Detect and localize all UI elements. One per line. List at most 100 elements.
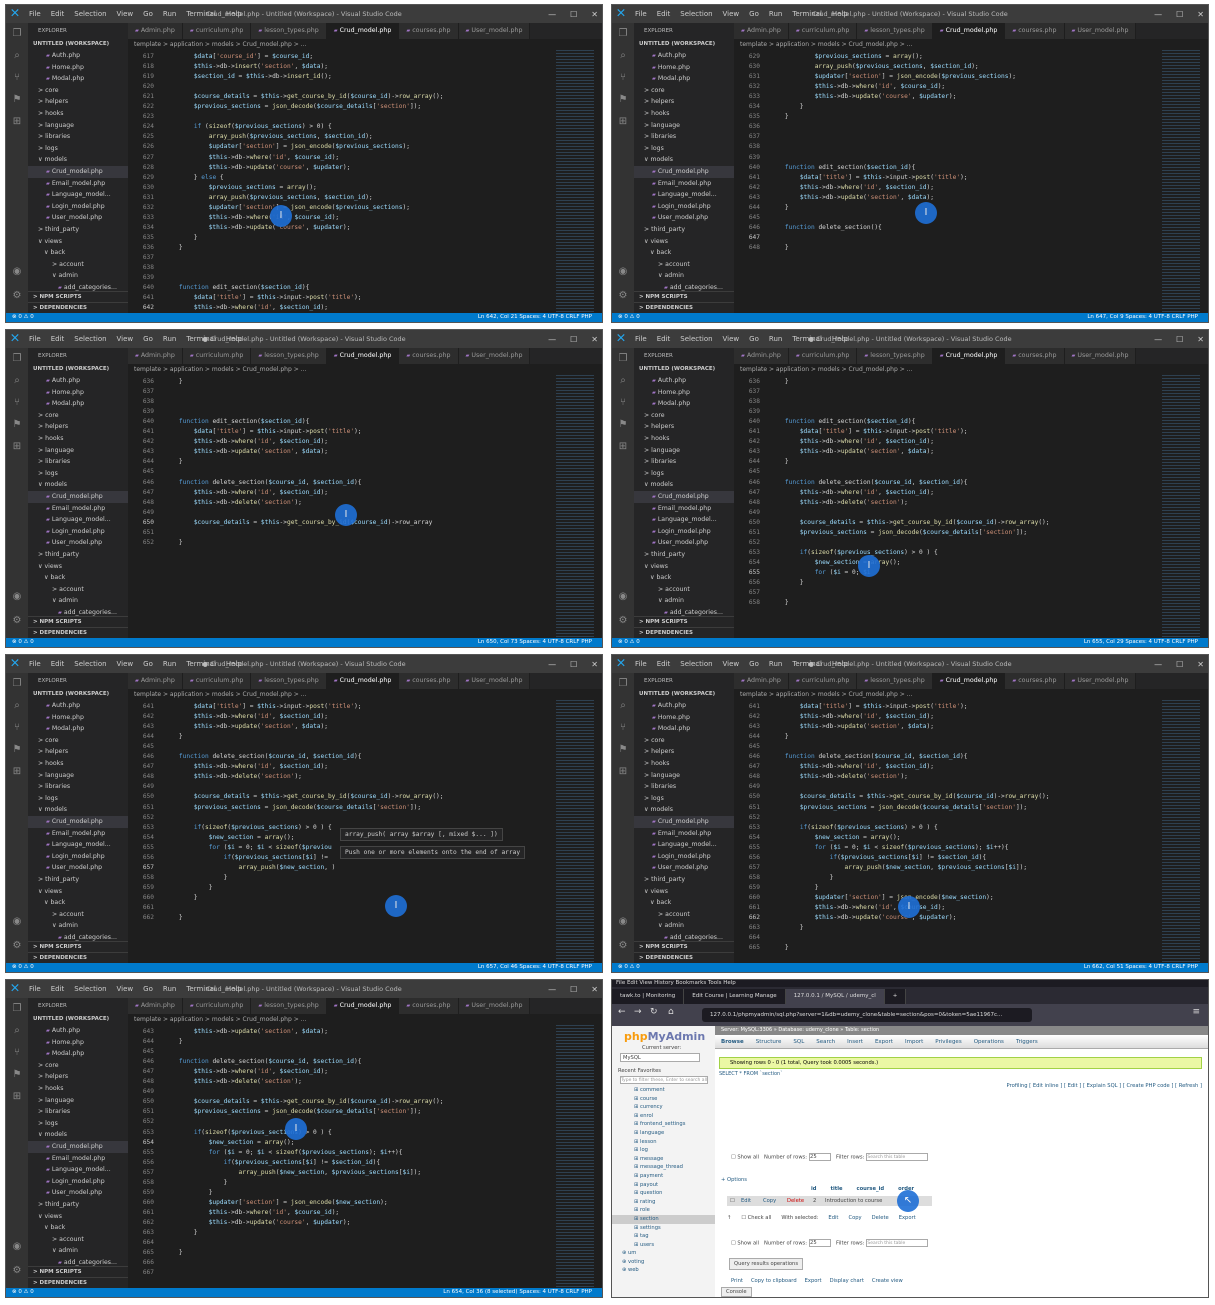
menu-item[interactable]: Help <box>827 335 853 343</box>
table-tree-item[interactable]: ⊞ log <box>612 1146 715 1155</box>
npm-scripts-section[interactable]: > NPM SCRIPTS <box>634 291 734 302</box>
code-line[interactable]: $data['title'] = $this->input->post('tit… <box>164 428 362 435</box>
hamburger-menu-icon[interactable]: ≡ <box>1192 1007 1200 1017</box>
window-control-button[interactable]: — <box>548 660 556 669</box>
breadcrumb[interactable]: template > application > models > Crud_m… <box>734 39 1208 50</box>
code-line[interactable]: $this->db->where('id', $section_id); <box>164 713 328 720</box>
explorer-item[interactable]: > account <box>634 584 734 596</box>
explorer-item[interactable]: ∨ back <box>28 1222 128 1234</box>
code-line[interactable]: } <box>164 234 198 241</box>
home-icon[interactable]: ⌂ <box>668 1007 674 1017</box>
explorer-item[interactable]: ▰ Crud_model.php <box>28 1140 128 1153</box>
explorer-item[interactable]: > libraries <box>28 781 128 793</box>
files-icon[interactable]: ❐ <box>612 673 634 695</box>
explorer-item[interactable]: ▰ Auth.php <box>28 375 128 387</box>
pma-tab[interactable]: Insert <box>841 1039 869 1045</box>
problems-indicator[interactable]: ⊗ 0 ⚠ 0 <box>618 638 640 647</box>
code-line[interactable]: $this->db->delete('section'); <box>164 499 302 506</box>
url-bar[interactable]: 127.0.0.1/phpmyadmin/sql.php?server=1&db… <box>702 1008 1032 1022</box>
dependencies-section[interactable]: > DEPENDENCIES <box>28 952 128 963</box>
npm-scripts-section[interactable]: > NPM SCRIPTS <box>634 941 734 952</box>
table-tree-item[interactable]: ⊞ tag <box>612 1232 715 1241</box>
result-operation-link[interactable]: Create view <box>872 1278 903 1284</box>
code-line[interactable]: $data['title'] = $this->input->post('tit… <box>770 174 968 181</box>
source-control-icon[interactable]: ⑂ <box>6 1042 28 1064</box>
code-line[interactable]: $updater['section'] = json_encode($new_s… <box>164 1199 388 1206</box>
code-line[interactable]: $previous_sections = array(); <box>770 53 923 60</box>
explorer-item[interactable]: > libraries <box>634 131 734 143</box>
table-filter-input[interactable]: Type to filter these, Enter to search al… <box>620 1076 708 1084</box>
table-tree-item[interactable]: ⊞ role <box>612 1206 715 1215</box>
code-line[interactable]: function delete_section(){ <box>770 224 882 231</box>
extensions-icon[interactable]: ⊞ <box>6 111 28 133</box>
explorer-item[interactable]: > logs <box>634 143 734 155</box>
explorer-item[interactable]: ▰ User_model.php <box>28 212 128 224</box>
window-control-button[interactable]: ✕ <box>591 10 598 19</box>
menu-item[interactable]: Selection <box>675 335 717 343</box>
explorer-item[interactable]: > hooks <box>634 108 734 120</box>
cursor-position-status[interactable]: Ln 655, Col 29 Spaces: 4 UTF-8 CRLF PHP <box>1084 638 1198 647</box>
menu-item[interactable]: File <box>630 10 652 18</box>
explorer-item[interactable]: ▰ Home.php <box>28 387 128 399</box>
explorer-item[interactable]: > libraries <box>28 1106 128 1118</box>
code-line[interactable]: } <box>164 884 213 891</box>
explorer-item[interactable]: ▰ Language_model... <box>28 189 128 201</box>
explorer-item[interactable]: ▰ Crud_model.php <box>634 165 734 178</box>
window-control-button[interactable]: ☐ <box>570 335 577 344</box>
explorer-item[interactable]: > helpers <box>634 746 734 758</box>
explorer-item[interactable]: ∨ admin <box>634 270 734 282</box>
explorer-item[interactable]: ▰ Home.php <box>634 712 734 724</box>
code-line[interactable]: $this->db->delete('section'); <box>770 773 908 780</box>
code-line[interactable]: if (sizeof($previous_sections) > 0) { <box>164 123 332 130</box>
code-line[interactable]: $this->db->delete('section'); <box>770 499 908 506</box>
browser-menu-bar[interactable]: File Edit View History Bookmarks Tools H… <box>612 980 1208 987</box>
editor-tab[interactable]: ▰ curriculum.php <box>182 23 252 39</box>
debug-icon[interactable]: ⚑ <box>6 89 28 111</box>
explorer-item[interactable]: ▰ Language_model... <box>28 514 128 526</box>
explorer-item[interactable]: > third_party <box>634 549 734 561</box>
explorer-item[interactable]: ∨ back <box>28 572 128 584</box>
editor-tab[interactable]: ▰ Crud_model.php <box>932 673 1006 689</box>
table-tree-item[interactable]: ⊞ frontend_settings <box>612 1120 715 1129</box>
explorer-item[interactable]: > helpers <box>28 96 128 108</box>
code-line[interactable]: $data['title'] = $this->input->post('tit… <box>770 428 968 435</box>
search-icon[interactable]: ⌕ <box>6 1020 28 1042</box>
workspace-root[interactable]: UNTITLED (WORKSPACE) <box>28 1014 128 1025</box>
editor-tab[interactable]: ▰ Crud_model.php <box>326 348 400 364</box>
explorer-item[interactable]: ▰ Language_model... <box>634 839 734 851</box>
extensions-icon[interactable]: ⊞ <box>612 111 634 133</box>
editor-tab[interactable]: ▰ Crud_model.php <box>326 673 400 689</box>
explorer-item[interactable]: ▰ Auth.php <box>634 375 734 387</box>
explorer-item[interactable]: ▰ Auth.php <box>634 50 734 62</box>
explorer-item[interactable]: ∨ views <box>634 561 734 573</box>
menu-item[interactable]: File <box>24 335 46 343</box>
dependencies-section[interactable]: > DEPENDENCIES <box>634 627 734 638</box>
code-line[interactable]: function delete_section($course_id, $sec… <box>164 753 362 760</box>
code-line[interactable]: for ($i = 0; $i <box>770 569 871 576</box>
filter-rows-input[interactable]: Search this table <box>866 1153 929 1161</box>
explorer-item[interactable]: > language <box>634 445 734 457</box>
editor-tab[interactable]: ▰ lesson_types.php <box>857 348 933 364</box>
problems-indicator[interactable]: ⊗ 0 ⚠ 0 <box>618 313 640 322</box>
account-icon[interactable]: ◉ <box>6 586 28 608</box>
pma-tab[interactable]: SQL <box>787 1039 810 1045</box>
code-line[interactable]: $this->db->update('section', $data); <box>770 723 934 730</box>
explorer-item[interactable]: > account <box>28 259 128 271</box>
code-line[interactable]: array_push($new_section, $previous_secti… <box>770 864 1028 871</box>
bulk-action-button[interactable]: Copy <box>848 1215 861 1221</box>
menu-item[interactable]: Edit <box>46 660 70 668</box>
dependencies-section[interactable]: > DEPENDENCIES <box>634 302 734 313</box>
code-line[interactable]: $updater['section'] = json_encode($new_s… <box>770 894 994 901</box>
forward-icon[interactable]: → <box>634 1007 642 1017</box>
browser-tab[interactable]: 127.0.0.1 / MySQL / udemy_cl <box>785 989 885 1004</box>
explorer-item[interactable]: > third_party <box>28 1199 128 1211</box>
menu-item[interactable]: Terminal <box>181 10 221 18</box>
code-line[interactable]: } <box>770 874 834 881</box>
minimap[interactable] <box>556 700 594 963</box>
editor-tab[interactable]: ▰ Admin.php <box>734 673 789 689</box>
explorer-item[interactable]: > hooks <box>634 758 734 770</box>
menu-item[interactable]: View <box>112 10 139 18</box>
explorer-item[interactable]: ▰ Login_model.php <box>634 526 734 538</box>
explorer-item[interactable]: ▰ User_model.php <box>634 862 734 874</box>
window-control-button[interactable]: ☐ <box>1176 335 1183 344</box>
